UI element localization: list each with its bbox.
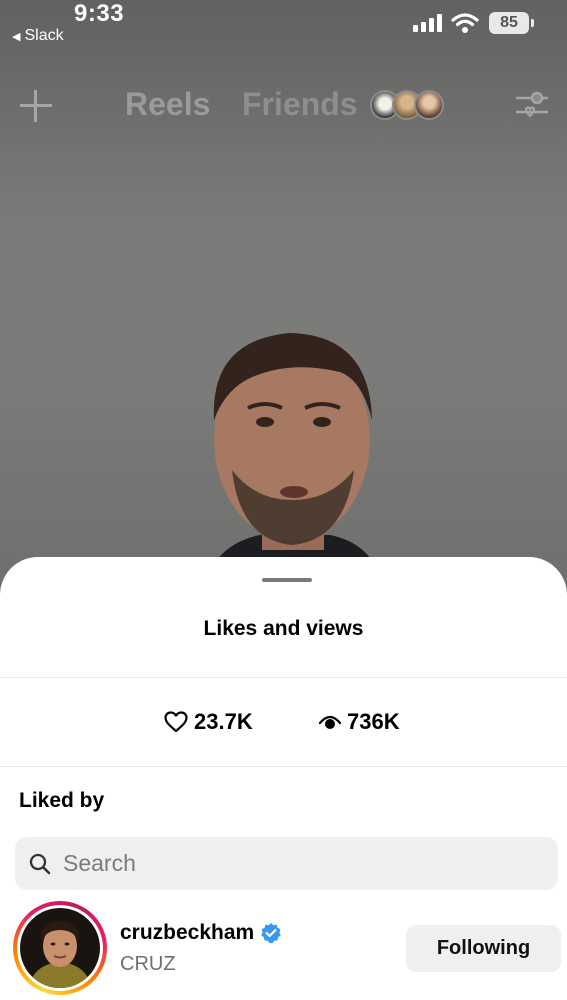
wifi-icon bbox=[451, 13, 479, 33]
battery-indicator: 85 bbox=[489, 12, 534, 34]
tab-friends[interactable]: Friends bbox=[242, 86, 358, 123]
status-bar: 9:33 ◀ Slack 85 bbox=[0, 0, 567, 50]
username[interactable]: cruzbeckham bbox=[120, 921, 254, 945]
likes-count: 23.7K bbox=[194, 709, 253, 734]
divider bbox=[0, 766, 567, 767]
search-bar[interactable] bbox=[15, 837, 558, 890]
verified-badge-icon bbox=[261, 923, 282, 944]
search-icon bbox=[29, 853, 51, 874]
cellular-signal-icon bbox=[413, 14, 442, 32]
avatar bbox=[20, 908, 100, 988]
eye-icon bbox=[319, 715, 341, 729]
sheet-title: Likes and views bbox=[203, 617, 364, 640]
likes-views-sheet: Likes and views 23.7K 736K Liked by Sear… bbox=[0, 557, 567, 1000]
views-count: 736K bbox=[347, 709, 400, 734]
user-name-row[interactable]: cruzbeckham bbox=[120, 921, 282, 945]
likes-stat: 23.7K bbox=[164, 709, 253, 735]
back-arrow-icon: ◀ bbox=[12, 30, 21, 43]
views-stat: 736K bbox=[319, 709, 400, 735]
liked-by-heading: Liked by bbox=[19, 789, 105, 812]
plus-icon[interactable] bbox=[20, 90, 52, 122]
following-button[interactable]: Following bbox=[406, 925, 561, 972]
tab-reels[interactable]: Reels bbox=[125, 86, 210, 123]
story-ring[interactable] bbox=[13, 901, 107, 995]
back-to-app-link[interactable]: ◀ Slack bbox=[12, 27, 64, 45]
stats-row: 23.7K 736K bbox=[0, 677, 567, 767]
search-input[interactable] bbox=[63, 850, 523, 877]
friend-avatar bbox=[414, 90, 444, 120]
list-item[interactable]: cruzbeckham CRUZ Following bbox=[0, 901, 567, 1000]
filter-icon[interactable] bbox=[514, 88, 550, 124]
friend-avatars[interactable] bbox=[370, 90, 444, 120]
full-name: CRUZ bbox=[120, 953, 176, 975]
status-time: 9:33 bbox=[74, 0, 125, 27]
sheet-grabber[interactable] bbox=[262, 578, 312, 582]
heart-icon bbox=[164, 711, 188, 733]
back-app-label: Slack bbox=[24, 27, 64, 44]
reels-top-nav: Reels Friends bbox=[0, 80, 567, 136]
